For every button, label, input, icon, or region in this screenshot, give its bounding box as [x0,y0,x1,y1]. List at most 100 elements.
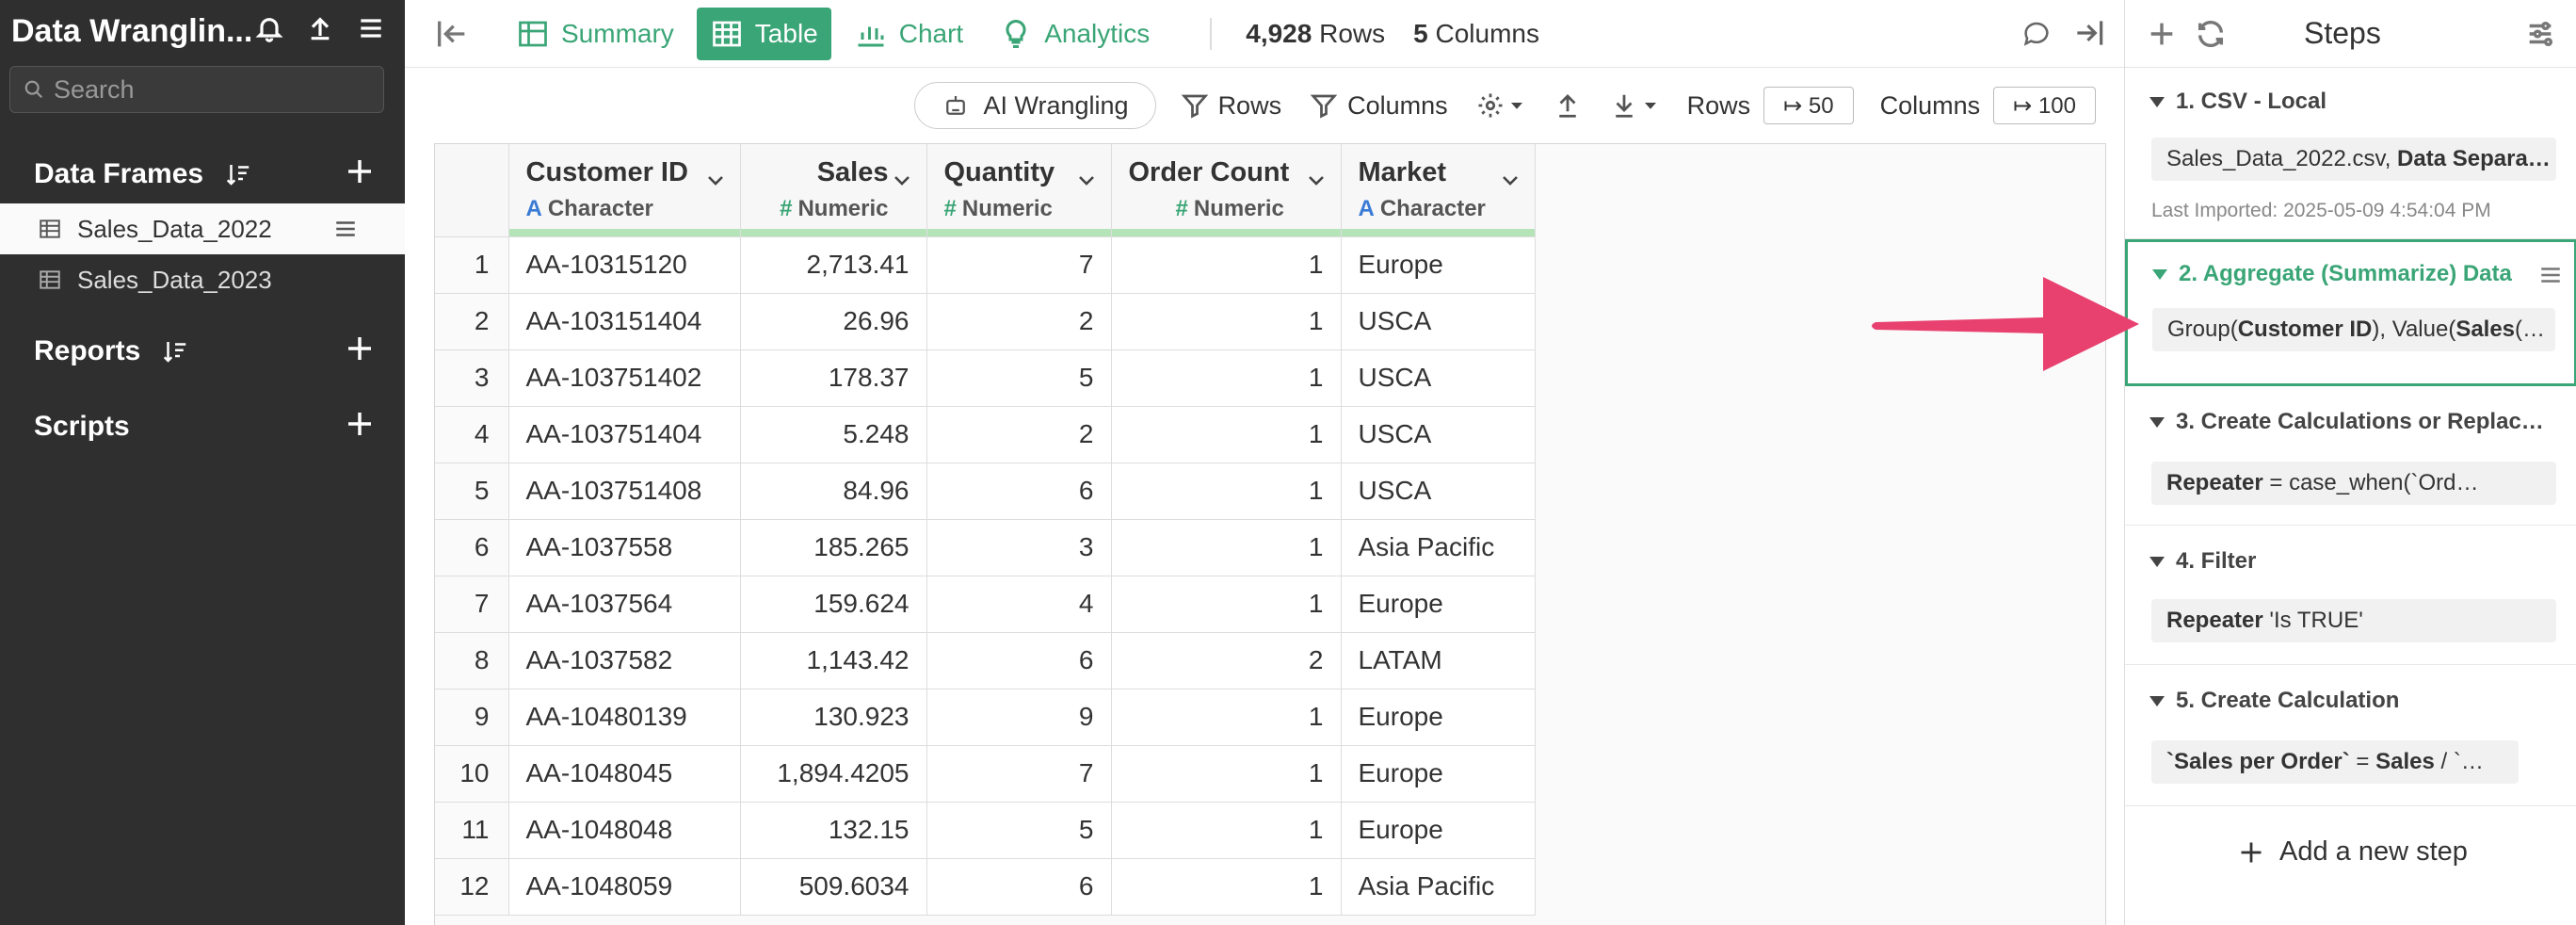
collapse-triangle-icon[interactable] [2149,96,2165,107]
chevron-down-icon[interactable] [891,169,913,191]
order-count-cell[interactable]: 1 [1111,293,1342,350]
order-count-cell[interactable]: 1 [1111,406,1342,463]
tab-table[interactable]: Table [696,7,831,60]
add-data-frame-button[interactable] [345,156,382,194]
market-cell[interactable]: Asia Pacific [1341,519,1536,576]
comment-icon[interactable] [2021,17,2053,49]
market-cell[interactable]: Europe [1341,236,1536,294]
table-row[interactable]: 12 AA-1048059 509.6034 6 1 Asia Pacific [435,858,1536,916]
step-aggregate[interactable]: 2. Aggregate (Summarize) Data Group(Cust… [2125,239,2576,386]
market-cell[interactable]: Europe [1341,689,1536,746]
add-script-button[interactable] [345,409,382,446]
column-header-market[interactable]: Market A Character [1341,144,1536,237]
step-summary[interactable]: Repeater 'Is TRUE' [2151,599,2556,642]
tab-summary[interactable]: Summary [503,8,687,60]
chevron-down-icon[interactable] [1075,169,1098,191]
table-row[interactable]: 1 AA-10315120 2,713.41 7 1 Europe [435,236,1536,294]
market-cell[interactable]: USCA [1341,349,1536,407]
table-row[interactable]: 8 AA-1037582 1,143.42 6 2 LATAM [435,632,1536,690]
order-count-cell[interactable]: 1 [1111,576,1342,633]
sales-cell[interactable]: 509.6034 [740,858,927,916]
chevron-down-icon[interactable] [1305,169,1328,191]
table-row[interactable]: 4 AA-103751404 5.248 2 1 USCA [435,406,1536,463]
customer-id-cell[interactable]: AA-103751404 [508,406,741,463]
market-cell[interactable]: Asia Pacific [1341,858,1536,916]
table-row[interactable]: 6 AA-1037558 185.265 3 1 Asia Pacific [435,519,1536,576]
column-header-customer-id[interactable]: Customer ID A Character [508,144,741,237]
chevron-down-icon[interactable] [1499,169,1521,191]
table-row[interactable]: 11 AA-1048048 132.15 5 1 Europe [435,802,1536,859]
quantity-cell[interactable]: 4 [926,576,1112,633]
tab-chart[interactable]: Chart [841,8,976,60]
sales-cell[interactable]: 178.37 [740,349,927,407]
customer-id-cell[interactable]: AA-1037558 [508,519,741,576]
sales-cell[interactable]: 185.265 [740,519,927,576]
market-cell[interactable]: LATAM [1341,632,1536,690]
table-row[interactable]: 9 AA-10480139 130.923 9 1 Europe [435,689,1536,746]
section-reports[interactable]: Reports [34,335,189,367]
customer-id-cell[interactable]: AA-103151404 [508,293,741,350]
step-summary[interactable]: Group(Customer ID), Value(Sales (… [2152,308,2555,351]
step-create-calculations[interactable]: 3. Create Calculations or Replac… Repeat… [2125,386,2576,526]
sales-cell[interactable]: 26.96 [740,293,927,350]
sales-cell[interactable]: 130.923 [740,689,927,746]
search-input[interactable]: Search [9,66,384,113]
market-cell[interactable]: Europe [1341,576,1536,633]
step-csv-local[interactable]: 1. CSV - Local Sales_Data_2022.csv, Data… [2125,68,2576,239]
upload-icon[interactable] [305,13,335,43]
add-report-button[interactable] [345,333,382,371]
customer-id-cell[interactable]: AA-103751408 [508,462,741,520]
table-row[interactable]: 2 AA-103151404 26.96 2 1 USCA [435,293,1536,350]
order-count-cell[interactable]: 1 [1111,519,1342,576]
filter-rows-button[interactable]: Rows [1181,91,1281,121]
customer-id-cell[interactable]: AA-10315120 [508,236,741,294]
collapse-triangle-icon[interactable] [2149,556,2165,567]
collapse-triangle-icon[interactable] [2149,695,2165,706]
filter-columns-button[interactable]: Columns [1310,91,1448,121]
step-filter[interactable]: 4. Filter Repeater 'Is TRUE' [2125,526,2576,665]
quantity-cell[interactable]: 2 [926,293,1112,350]
sales-cell[interactable]: 159.624 [740,576,927,633]
market-cell[interactable]: Europe [1341,802,1536,859]
sliders-icon[interactable] [2524,18,2556,50]
table-row[interactable]: 3 AA-103751402 178.37 5 1 USCA [435,349,1536,407]
sales-cell[interactable]: 1,143.42 [740,632,927,690]
table-row[interactable]: 5 AA-103751408 84.96 6 1 USCA [435,462,1536,520]
section-data-frames[interactable]: Data Frames [34,158,252,190]
ai-wrangling-button[interactable]: AI Wrangling [914,82,1156,129]
column-header-order-count[interactable]: Order Count # Numeric [1111,144,1342,237]
rows-limit-input[interactable]: ↦ 50 [1763,87,1854,124]
quantity-cell[interactable]: 7 [926,236,1112,294]
table-row[interactable]: 7 AA-1037564 159.624 4 1 Europe [435,576,1536,633]
section-scripts[interactable]: Scripts [34,411,130,443]
settings-dropdown[interactable] [1476,91,1525,120]
quantity-cell[interactable]: 6 [926,858,1112,916]
step-create-calculation[interactable]: 5. Create Calculation `Sales per Order` … [2125,665,2576,806]
sidebar-item-sales-2023[interactable]: Sales_Data_2023 [0,254,405,305]
quantity-cell[interactable]: 6 [926,462,1112,520]
project-title[interactable]: Data Wranglin... [11,13,252,50]
order-count-cell[interactable]: 1 [1111,689,1342,746]
menu-icon[interactable] [333,217,358,241]
tab-analytics[interactable]: Analytics [986,8,1163,60]
sales-cell[interactable]: 2,713.41 [740,236,927,294]
collapse-left-icon[interactable] [433,15,471,53]
sidebar-item-sales-2022[interactable]: Sales_Data_2022 [0,203,405,254]
step-summary[interactable]: Sales_Data_2022.csv, Data Separa… [2151,138,2556,181]
step-menu-icon[interactable] [2538,263,2563,287]
quantity-cell[interactable]: 6 [926,632,1112,690]
market-cell[interactable]: USCA [1341,406,1536,463]
columns-limit-input[interactable]: ↦ 100 [1993,87,2096,124]
quantity-cell[interactable]: 9 [926,689,1112,746]
chevron-down-icon[interactable] [704,169,727,191]
step-summary[interactable]: `Sales per Order` = Sales / `… [2151,740,2519,784]
sort-icon[interactable] [224,160,252,188]
quantity-cell[interactable]: 5 [926,349,1112,407]
collapse-triangle-icon[interactable] [2152,268,2167,280]
order-count-cell[interactable]: 1 [1111,858,1342,916]
table-row[interactable]: 10 AA-1048045 1,894.4205 7 1 Europe [435,745,1536,803]
add-step-button[interactable]: Add a new step [2238,836,2468,868]
market-cell[interactable]: Europe [1341,745,1536,803]
quantity-cell[interactable]: 3 [926,519,1112,576]
import-dropdown[interactable] [1610,91,1659,120]
